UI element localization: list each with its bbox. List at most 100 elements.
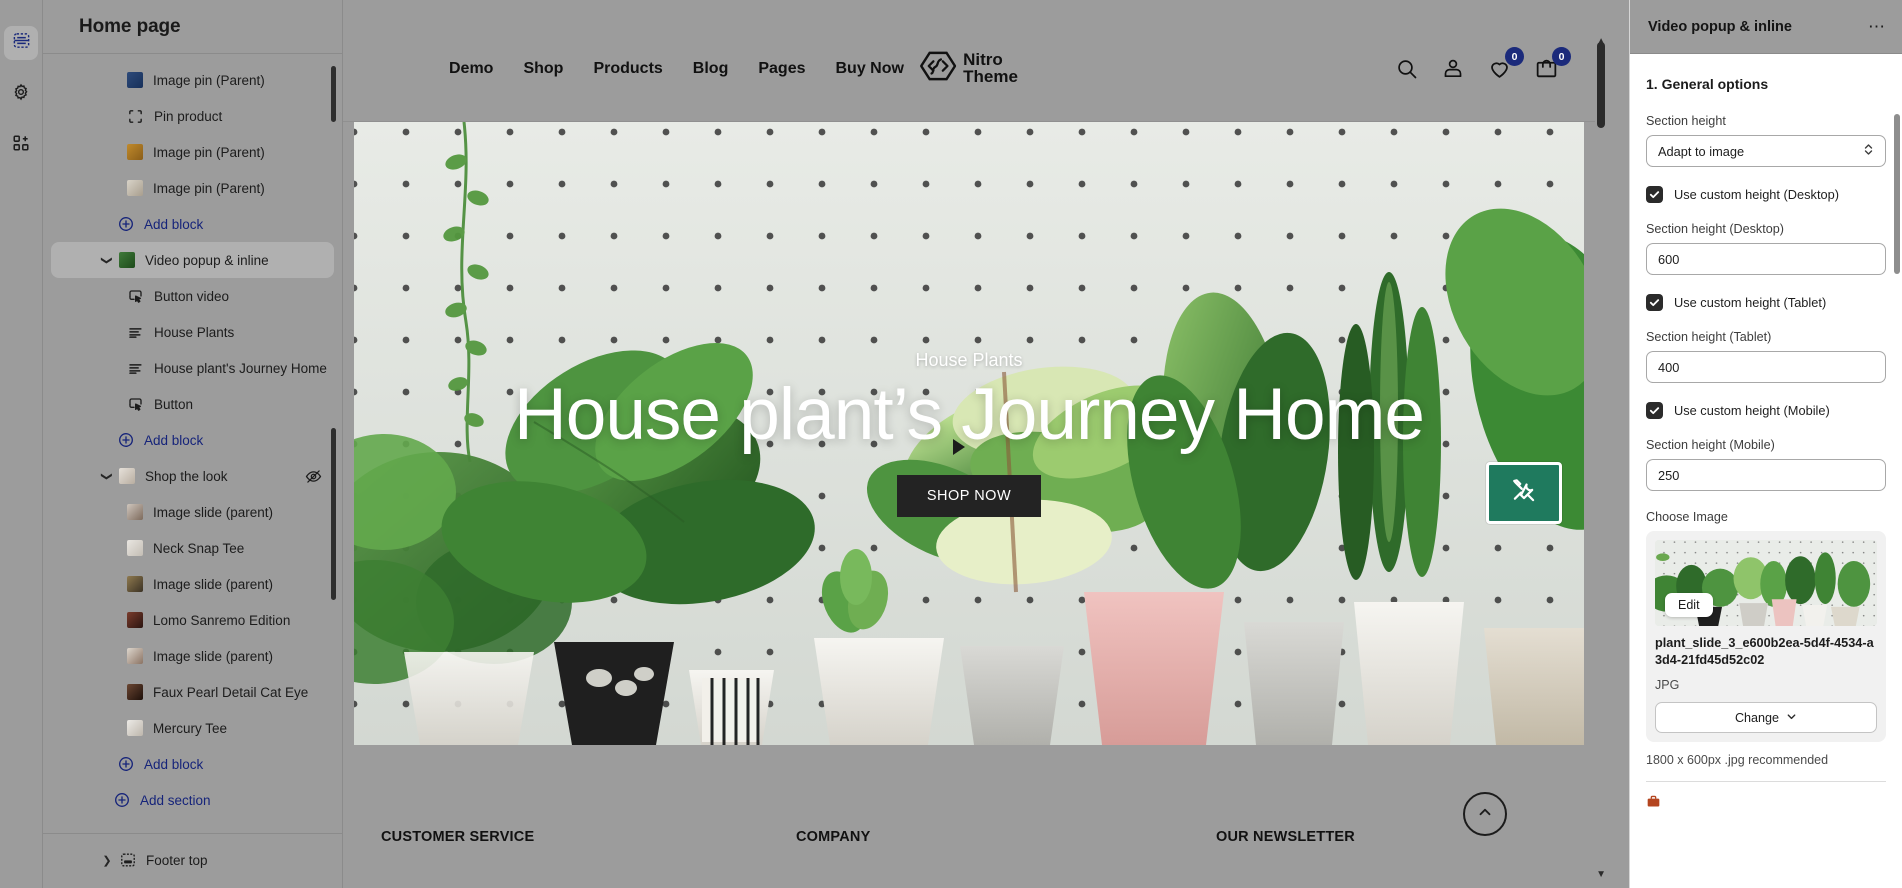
sidebar-item-add-section[interactable]: Add section: [51, 782, 334, 818]
settings-panel-body: 1. General options Section height Adapt …: [1630, 54, 1902, 888]
hero-eyebrow: House Plants: [915, 349, 1023, 370]
section-height-value: Adapt to image: [1658, 143, 1745, 159]
settings-panel-header: Video popup & inline ⋯: [1630, 0, 1902, 54]
scroll-up-arrow-icon[interactable]: ▲: [1596, 36, 1606, 47]
rail-sections-button[interactable]: [4, 26, 38, 60]
next-section-row[interactable]: [1646, 782, 1886, 814]
footer-col-newsletter: OUR NEWSLETTER: [1216, 829, 1355, 845]
general-options-heading: 1. General options: [1646, 76, 1769, 92]
item-thumbnail: [127, 576, 143, 592]
settings-panel-scrollbar-thumb[interactable]: [1894, 114, 1900, 274]
plus-circle-icon: [117, 432, 134, 449]
back-to-top-button[interactable]: [1463, 792, 1507, 836]
sidebar-item-label: Image pin (Parent): [153, 144, 265, 160]
preview-scrollbar[interactable]: ▲ ▼: [1596, 16, 1617, 888]
sidebar-item-image-pin-parent[interactable]: Image pin (Parent): [51, 170, 334, 206]
image-filename: plant_slide_3_e600b2ea-5d4f-4534-a3d4-21…: [1655, 636, 1874, 668]
use-custom-height-mobile-label: Use custom height (Mobile): [1674, 403, 1830, 418]
sidebar-item-neck-snap-tee[interactable]: Neck Snap Tee: [51, 530, 334, 566]
sidebar-item-label: Image slide (parent): [153, 576, 274, 592]
sidebar-item-label: Faux Pearl Detail Cat Eye: [153, 684, 309, 700]
sidebar-scrollbar[interactable]: [331, 56, 339, 880]
choose-image-label: Choose Image: [1646, 510, 1728, 524]
section-tree[interactable]: Image pin (Parent) Pin product Image pin (…: [43, 54, 342, 825]
preview-area: Demo Shop Products Blog Pages Buy Now Nitro T…: [343, 0, 1629, 888]
sidebar-item-image-pin-parent[interactable]: Image pin (Parent): [51, 62, 334, 98]
sidebar-item-button-video[interactable]: Button video: [51, 278, 334, 314]
nav-link-blog[interactable]: Blog: [693, 60, 729, 78]
nav-link-demo[interactable]: Demo: [449, 60, 493, 78]
section-height-desktop-value: 600: [1658, 251, 1680, 267]
sidebar-item-label: Video popup & inline: [145, 252, 269, 268]
sidebar-item-image-slide-parent[interactable]: Image slide (parent): [51, 638, 334, 674]
shop-now-button[interactable]: SHOP NOW: [896, 475, 1042, 518]
sidebar-item-label: Neck Snap Tee: [153, 540, 245, 556]
main-nav[interactable]: Demo Shop Products Blog Pages Buy Now: [449, 60, 904, 78]
sidebar-item-pin-product[interactable]: Pin product: [51, 98, 334, 134]
sidebar-item-image-pin-parent[interactable]: Image pin (Parent): [51, 134, 334, 170]
sidebar-item-button[interactable]: Button: [51, 386, 334, 422]
sidebar-item-house-plant-s-journey-home[interactable]: House plant's Journey Home: [51, 350, 334, 386]
nav-link-buy-now[interactable]: Buy Now: [835, 60, 903, 78]
section-settings-badge[interactable]: [1486, 462, 1562, 524]
sidebar-item-lomo-sanremo-edition[interactable]: Lomo Sanremo Edition: [51, 602, 334, 638]
wishlist-heart-icon[interactable]: 0: [1487, 47, 1524, 81]
sidebar-item-image-slide-parent[interactable]: Image slide (parent): [51, 566, 334, 602]
sidebar-item-label: Image pin (Parent): [153, 72, 265, 88]
section-height-select[interactable]: Adapt to image: [1646, 135, 1886, 167]
plus-circle-icon: [117, 216, 134, 233]
cart-bag-icon[interactable]: 0: [1534, 47, 1571, 81]
sidebar-item-label: Add block: [144, 756, 204, 772]
brand-logo[interactable]: Nitro Theme: [919, 51, 1018, 86]
nav-link-products[interactable]: Products: [593, 60, 662, 78]
rail-apps-button[interactable]: [4, 128, 38, 162]
sidebar-item-house-plants[interactable]: House Plants: [51, 314, 334, 350]
section-height-mobile-input[interactable]: 250: [1646, 459, 1886, 491]
sidebar-item-faux-pearl-detail-cat-eye[interactable]: Faux Pearl Detail Cat Eye: [51, 674, 334, 710]
sidebar-item-video-popup-inline[interactable]: ❯ Video popup & inline: [51, 242, 334, 278]
account-icon[interactable]: [1441, 57, 1465, 81]
page-title: Home page: [79, 15, 181, 37]
chevron-down-icon[interactable]: ❯: [101, 252, 114, 268]
section-height-mobile-label: Section height (Mobile): [1646, 438, 1775, 452]
sidebar-scrollbar-thumb-top[interactable]: [331, 66, 336, 122]
hero-content: House Plants House plant’s Journey Home …: [354, 122, 1584, 745]
search-icon[interactable]: [1395, 57, 1419, 81]
sidebar-item-image-slide-parent[interactable]: Image slide (parent): [51, 494, 334, 530]
use-custom-height-tablet-checkbox[interactable]: Use custom height (Tablet): [1646, 294, 1886, 311]
sidebar-item-mercury-tee[interactable]: Mercury Tee: [51, 710, 334, 746]
use-custom-height-desktop-checkbox[interactable]: Use custom height (Desktop): [1646, 186, 1886, 203]
ellipsis-icon[interactable]: ⋯: [1868, 18, 1886, 35]
use-custom-height-tablet-label: Use custom height (Tablet): [1674, 295, 1827, 310]
sidebar-item-add-block[interactable]: Add block: [51, 422, 334, 458]
preview-scrollbar-thumb[interactable]: [1597, 42, 1605, 128]
pin-product-icon: [127, 108, 144, 125]
sidebar-item-footer-top[interactable]: ❯ Footer top: [51, 842, 334, 878]
sidebar-item-add-block[interactable]: Add block: [51, 206, 334, 242]
sidebar-item-label: Button video: [154, 288, 230, 304]
image-preview-thumbnail[interactable]: Edit: [1655, 540, 1877, 626]
hidden-eye-icon[interactable]: [305, 468, 322, 485]
sidebar-item-label: Add block: [144, 216, 204, 232]
header-icon-group: 0 0: [1395, 47, 1571, 81]
use-custom-height-mobile-checkbox[interactable]: Use custom height (Mobile): [1646, 402, 1886, 419]
section-height-desktop-input[interactable]: 600: [1646, 243, 1886, 275]
nav-link-pages[interactable]: Pages: [758, 60, 805, 78]
footer-col-customer-service: CUSTOMER SERVICE: [381, 829, 535, 845]
chevron-down-icon: [1786, 711, 1797, 725]
sidebar-scrollbar-thumb[interactable]: [331, 428, 336, 600]
chevron-down-icon[interactable]: ❯: [101, 468, 114, 484]
change-image-button[interactable]: Change: [1655, 702, 1877, 734]
hero-section[interactable]: House Plants House plant’s Journey Home …: [354, 122, 1584, 745]
image-picker-card: Edit plant_slide_3_e600b2ea-5d4f-4534-a3…: [1646, 531, 1886, 743]
chevron-right-icon[interactable]: ❯: [99, 854, 115, 867]
sidebar-item-add-block[interactable]: Add block: [51, 746, 334, 782]
rail-settings-button[interactable]: [4, 77, 38, 111]
sections-icon: [12, 31, 31, 55]
sidebar-item-shop-the-look[interactable]: ❯ Shop the look: [51, 458, 334, 494]
image-filetype: JPG: [1655, 678, 1680, 693]
edit-image-button[interactable]: Edit: [1665, 593, 1713, 617]
section-height-tablet-input[interactable]: 400: [1646, 351, 1886, 383]
nav-link-shop[interactable]: Shop: [523, 60, 563, 78]
scroll-down-arrow-icon[interactable]: ▼: [1596, 869, 1606, 880]
